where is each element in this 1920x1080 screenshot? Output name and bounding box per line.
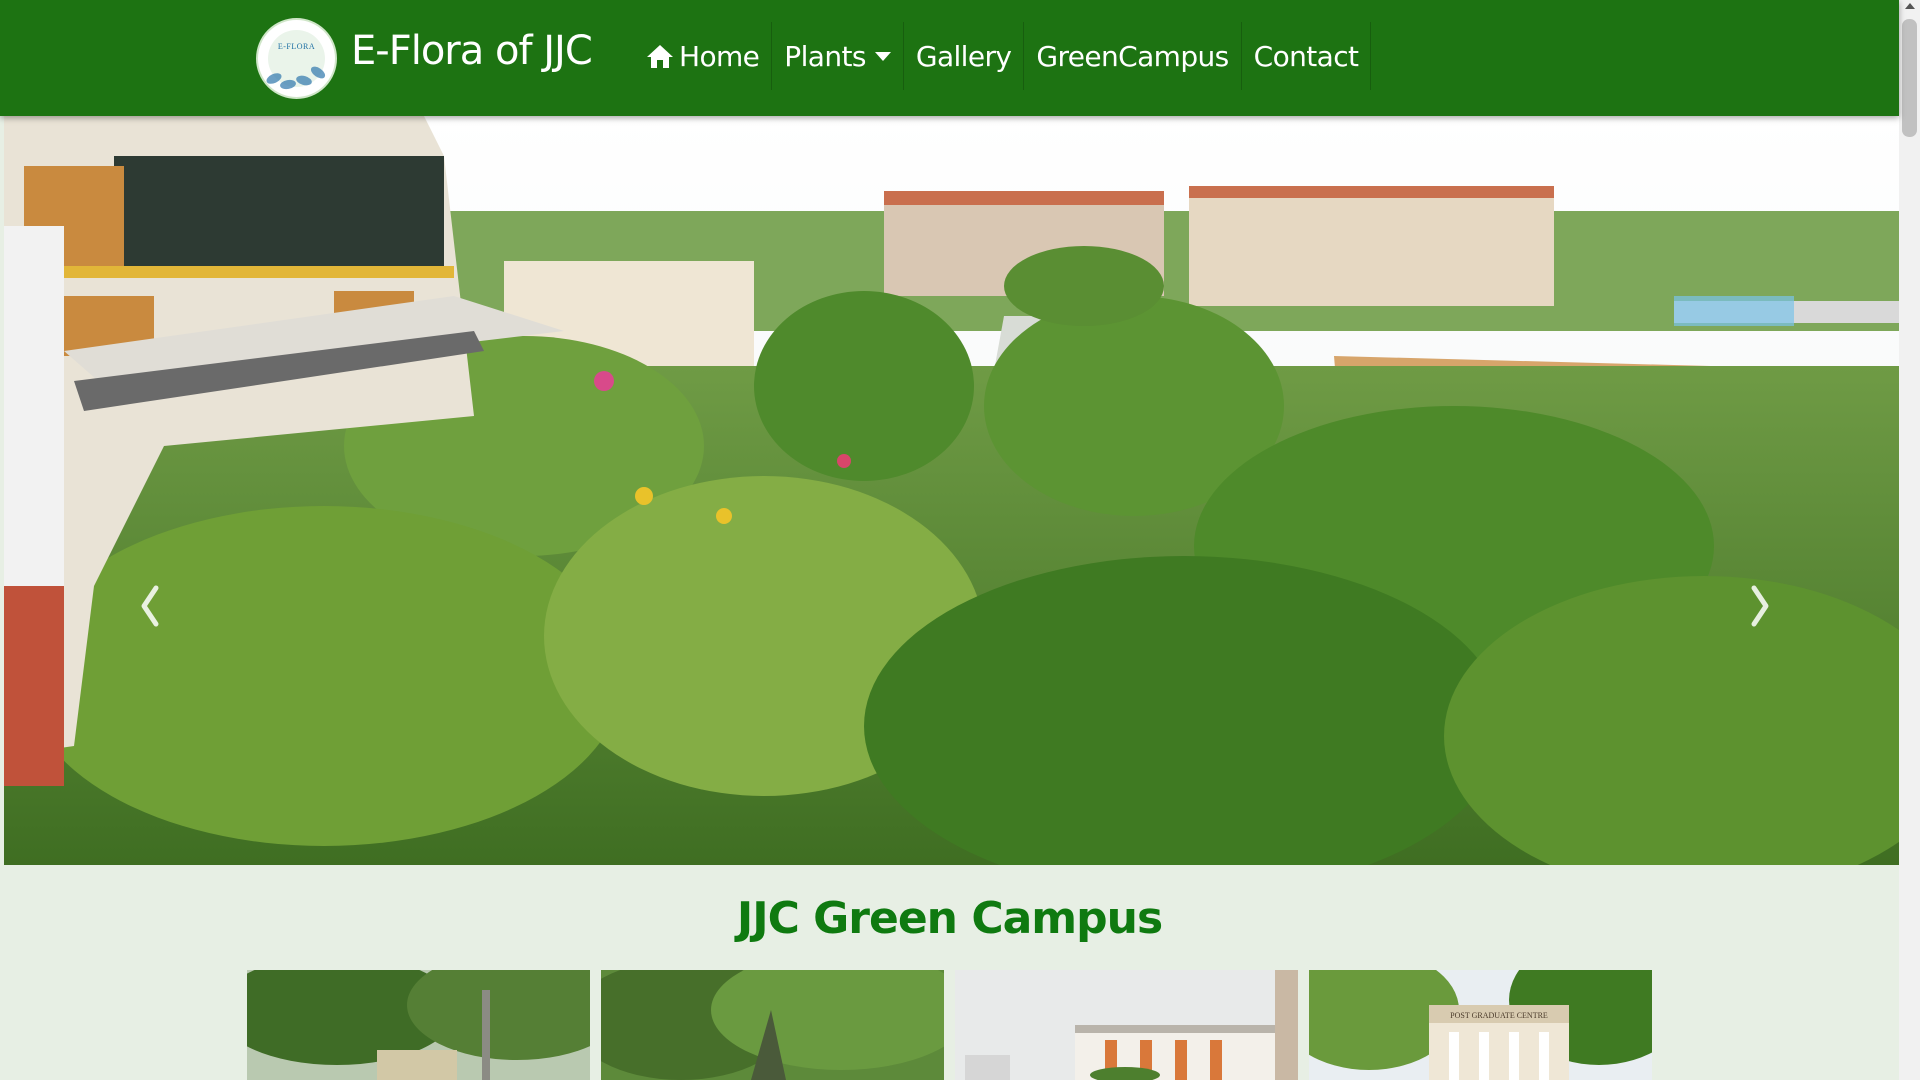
chevron-left-icon[interactable]	[130, 576, 170, 636]
section-title: JJC Green Campus	[736, 893, 1163, 944]
caret-down-icon	[874, 51, 891, 61]
campus-photo	[601, 970, 944, 1080]
nav-gallery-label: Gallery	[915, 39, 1012, 73]
campus-gallery-grid: POST GRADUATE CENTRE	[247, 970, 1652, 1080]
nav-greencampus-label: GreenCampus	[1036, 39, 1229, 73]
top-navbar: E-FLORA E-Flora of JJC Home Plants Galle…	[0, 0, 1899, 116]
nav-plants-label: Plants	[784, 39, 866, 73]
building-sign: POST GRADUATE CENTRE	[1450, 1011, 1548, 1020]
nav-home-label: Home	[679, 39, 760, 73]
site-title[interactable]: E-Flora of JJC	[351, 28, 593, 74]
page-scrollbar[interactable]	[1899, 0, 1920, 1080]
campus-photo	[247, 970, 590, 1080]
logo-text: E-FLORA	[277, 42, 316, 51]
nav-contact[interactable]: Contact	[1242, 22, 1372, 90]
campus-photo	[955, 970, 1298, 1080]
gallery-thumbnail[interactable]: POST GRADUATE CENTRE	[1309, 970, 1652, 1080]
gallery-thumbnail[interactable]	[247, 970, 590, 1080]
campus-aerial-photo	[4, 116, 1899, 865]
nav-plants-dropdown[interactable]: Plants	[772, 22, 904, 90]
nav-gallery[interactable]: Gallery	[904, 22, 1025, 90]
nav-contact-label: Contact	[1253, 39, 1359, 73]
gallery-thumbnail[interactable]	[955, 970, 1298, 1080]
scroll-up-arrow-icon[interactable]	[1905, 3, 1915, 9]
campus-photo: POST GRADUATE CENTRE	[1309, 970, 1652, 1080]
gallery-thumbnail[interactable]	[601, 970, 944, 1080]
site-logo[interactable]: E-FLORA	[256, 18, 337, 99]
nav-home[interactable]: Home	[633, 22, 773, 90]
hero-carousel	[4, 116, 1899, 865]
main-nav: Home Plants Gallery GreenCampus Contact	[633, 22, 1372, 90]
chevron-right-icon[interactable]	[1740, 576, 1780, 636]
scrollbar-thumb[interactable]	[1902, 19, 1917, 137]
nav-greencampus[interactable]: GreenCampus	[1024, 22, 1242, 90]
home-icon	[647, 45, 673, 68]
